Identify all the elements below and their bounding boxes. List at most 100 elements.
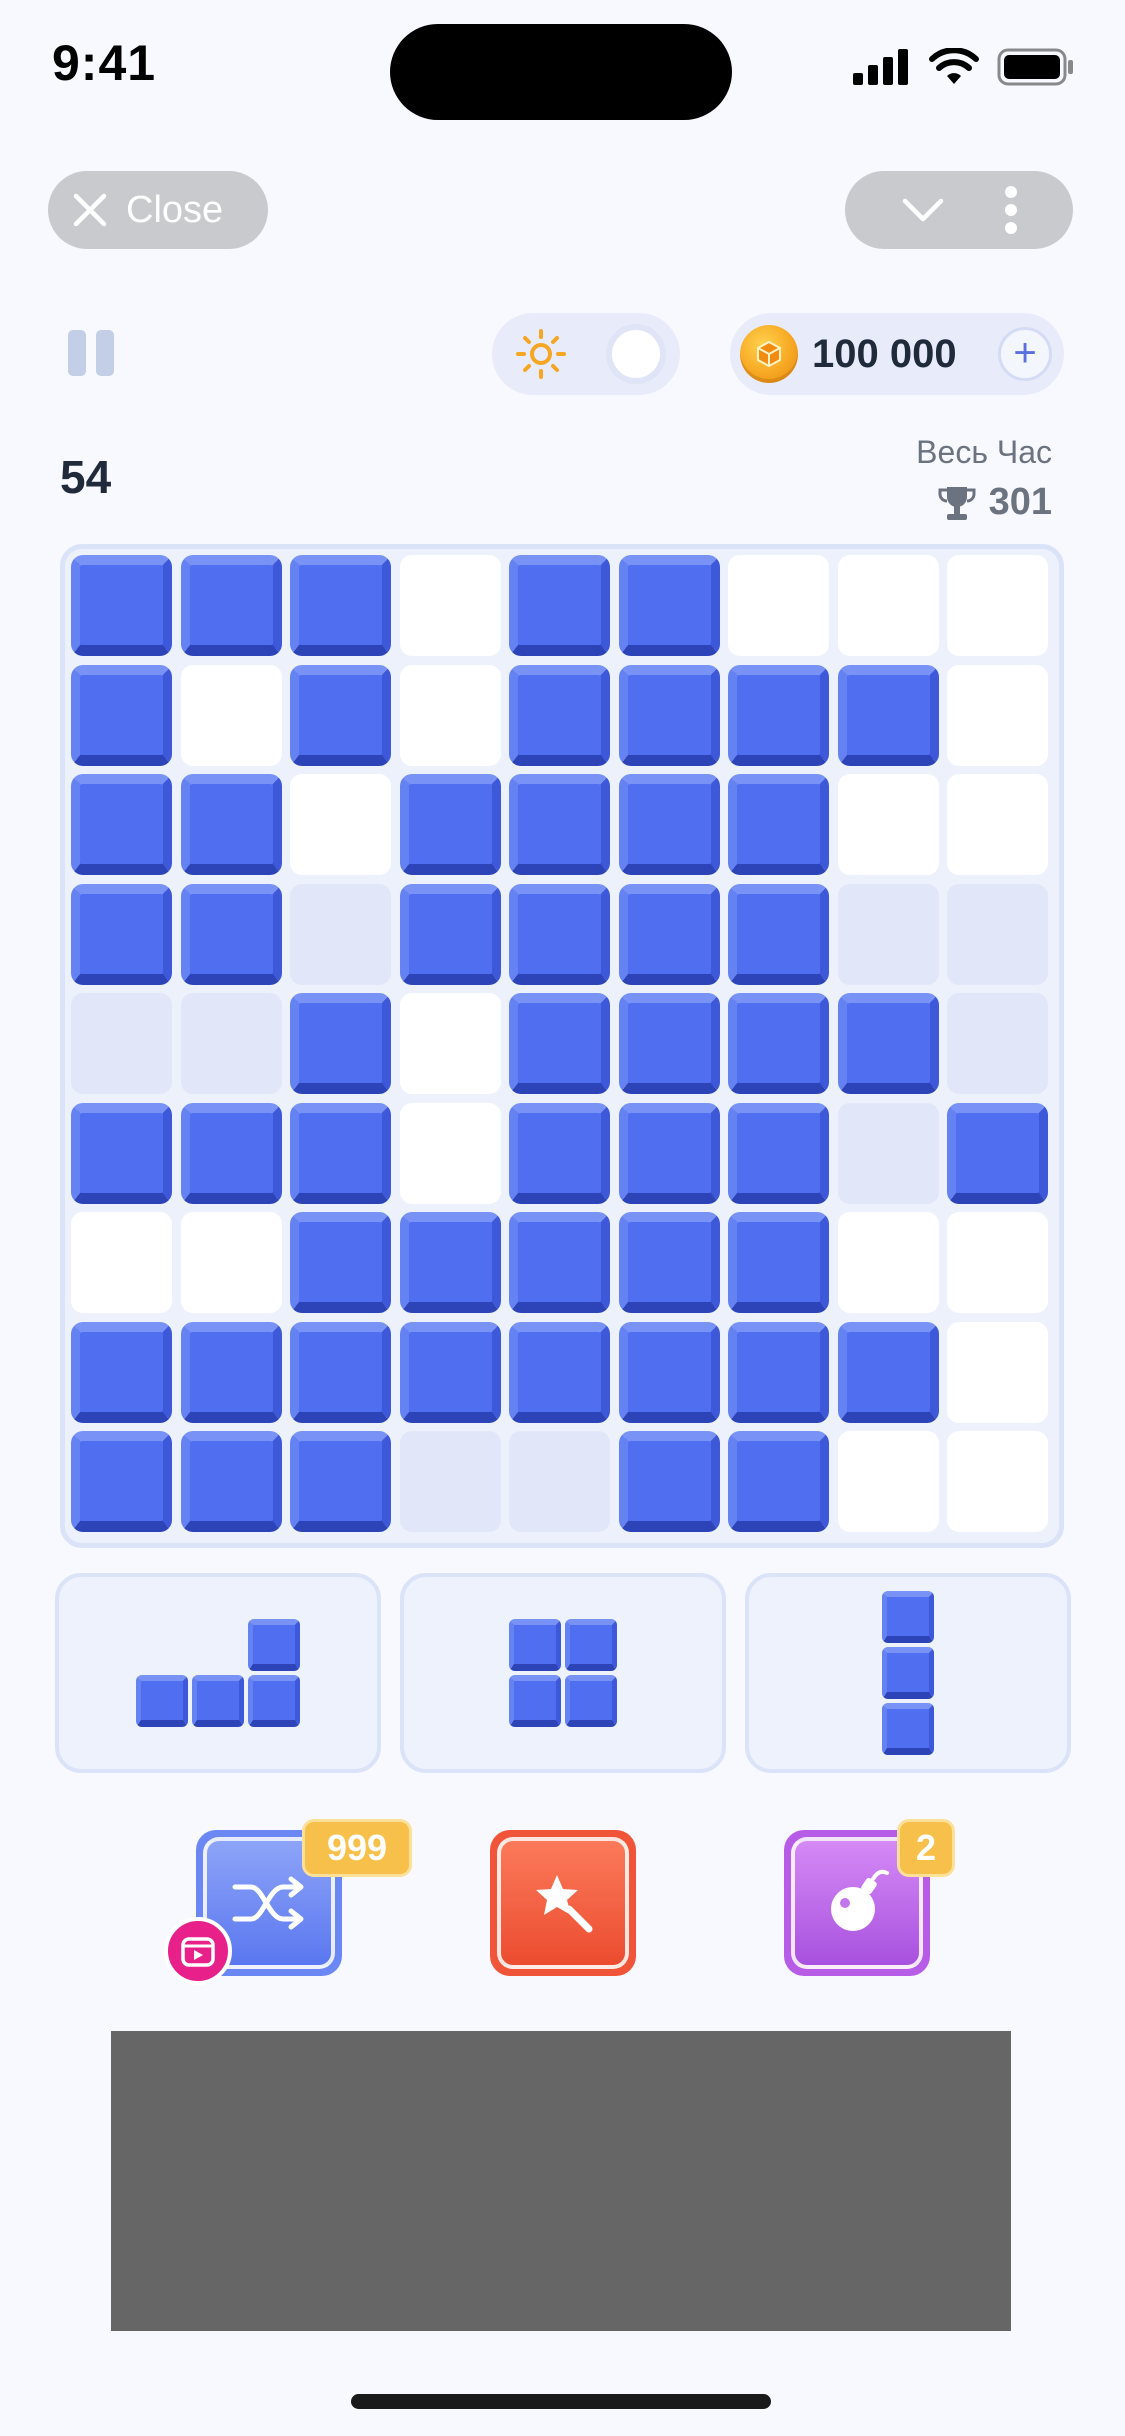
board-cell-filled[interactable]	[618, 1321, 720, 1423]
board-cell-filled[interactable]	[71, 555, 172, 656]
board-cell-filled[interactable]	[728, 1102, 829, 1204]
game-board[interactable]	[60, 544, 1064, 1548]
board-cell-filled[interactable]	[728, 1321, 829, 1423]
board-cell-filled[interactable]	[728, 664, 829, 766]
board-cell-empty[interactable]	[399, 1102, 501, 1204]
board-cell-filled[interactable]	[509, 1212, 610, 1313]
watch-video-badge[interactable]	[164, 1917, 232, 1985]
close-label: Close	[126, 188, 224, 231]
piece-slot-1[interactable]	[55, 1573, 381, 1773]
board-cell-filled[interactable]	[290, 1321, 391, 1423]
board-cell-filled[interactable]	[728, 774, 829, 875]
board-cell-filled[interactable]	[837, 993, 939, 1094]
board-cell-empty[interactable]	[290, 883, 391, 985]
board-cell-filled[interactable]	[509, 993, 610, 1094]
board-cell-empty[interactable]	[180, 664, 282, 766]
board-cell-empty[interactable]	[290, 774, 391, 875]
board-cell-empty[interactable]	[947, 883, 1048, 985]
board-cell-empty[interactable]	[509, 1431, 610, 1532]
board-cell-empty[interactable]	[399, 664, 501, 766]
pause-bar	[96, 330, 114, 376]
board-cell-empty[interactable]	[947, 1321, 1048, 1423]
board-cell-empty[interactable]	[947, 993, 1048, 1094]
board-cell-filled[interactable]	[399, 1212, 501, 1313]
status-time: 9:41	[52, 35, 157, 91]
board-cell-filled[interactable]	[290, 555, 391, 656]
board-cell-filled[interactable]	[290, 1102, 391, 1204]
board-cell-empty[interactable]	[728, 555, 829, 656]
board-cell-filled[interactable]	[618, 1212, 720, 1313]
board-cell-filled[interactable]	[837, 664, 939, 766]
board-cell-filled[interactable]	[728, 1212, 829, 1313]
board-cell-filled[interactable]	[618, 555, 720, 656]
chevron-down-icon[interactable]	[901, 196, 945, 224]
bomb-count-badge: 2	[897, 1819, 955, 1877]
board-cell-filled[interactable]	[837, 1321, 939, 1423]
pause-button[interactable]	[68, 330, 114, 376]
piece-slot-2[interactable]	[400, 1573, 726, 1773]
board-cell-filled[interactable]	[618, 774, 720, 875]
board-cell-filled[interactable]	[618, 993, 720, 1094]
board-cell-filled[interactable]	[618, 1102, 720, 1204]
board-cell-empty[interactable]	[399, 555, 501, 656]
board-cell-filled[interactable]	[290, 1212, 391, 1313]
board-cell-filled[interactable]	[509, 664, 610, 766]
board-cell-empty[interactable]	[837, 1212, 939, 1313]
board-cell-filled[interactable]	[71, 1102, 172, 1204]
board-cell-filled[interactable]	[71, 1431, 172, 1532]
board-cell-filled[interactable]	[509, 555, 610, 656]
board-cell-filled[interactable]	[290, 664, 391, 766]
board-cell-filled[interactable]	[180, 774, 282, 875]
close-button[interactable]: Close	[48, 171, 268, 249]
board-cell-filled[interactable]	[618, 1431, 720, 1532]
board-cell-filled[interactable]	[618, 883, 720, 985]
board-cell-filled[interactable]	[728, 1431, 829, 1532]
board-cell-filled[interactable]	[399, 1321, 501, 1423]
board-cell-empty[interactable]	[947, 1431, 1048, 1532]
board-cell-empty[interactable]	[947, 555, 1048, 656]
board-cell-empty[interactable]	[399, 993, 501, 1094]
board-cell-filled[interactable]	[180, 883, 282, 985]
board-cell-filled[interactable]	[509, 774, 610, 875]
board-cell-filled[interactable]	[399, 774, 501, 875]
add-coins-button[interactable]: +	[998, 327, 1052, 381]
board-cell-empty[interactable]	[947, 664, 1048, 766]
board-cell-filled[interactable]	[71, 774, 172, 875]
board-cell-filled[interactable]	[509, 1102, 610, 1204]
board-cell-filled[interactable]	[180, 1102, 282, 1204]
board-cell-filled[interactable]	[509, 1321, 610, 1423]
board-cell-empty[interactable]	[837, 883, 939, 985]
board-cell-empty[interactable]	[947, 774, 1048, 875]
board-cell-filled[interactable]	[71, 664, 172, 766]
board-cell-empty[interactable]	[71, 1212, 172, 1313]
toggle-knob	[606, 324, 666, 384]
piece-slot-3[interactable]	[745, 1573, 1071, 1773]
board-cell-filled[interactable]	[180, 1321, 282, 1423]
board-cell-filled[interactable]	[947, 1102, 1048, 1204]
board-cell-empty[interactable]	[837, 774, 939, 875]
board-cell-filled[interactable]	[290, 993, 391, 1094]
board-cell-filled[interactable]	[399, 883, 501, 985]
board-cell-filled[interactable]	[728, 883, 829, 985]
more-icon[interactable]	[1004, 185, 1018, 235]
board-cell-filled[interactable]	[71, 883, 172, 985]
board-cell-empty[interactable]	[837, 555, 939, 656]
board-cell-empty[interactable]	[180, 1212, 282, 1313]
square-piece-block	[565, 1675, 617, 1727]
theme-toggle[interactable]	[492, 313, 680, 395]
board-cell-filled[interactable]	[728, 993, 829, 1094]
board-cell-empty[interactable]	[947, 1212, 1048, 1313]
board-cell-empty[interactable]	[837, 1431, 939, 1532]
board-cell-empty[interactable]	[180, 993, 282, 1094]
board-cell-filled[interactable]	[509, 883, 610, 985]
board-cell-empty[interactable]	[399, 1431, 501, 1532]
board-cell-empty[interactable]	[837, 1102, 939, 1204]
board-cell-filled[interactable]	[180, 555, 282, 656]
board-cell-filled[interactable]	[180, 1431, 282, 1532]
magic-wand-booster-button[interactable]	[490, 1830, 636, 1976]
board-cell-filled[interactable]	[71, 1321, 172, 1423]
board-cell-filled[interactable]	[290, 1431, 391, 1532]
board-cell-filled[interactable]	[618, 664, 720, 766]
j-piece-block	[136, 1675, 188, 1727]
board-cell-empty[interactable]	[71, 993, 172, 1094]
